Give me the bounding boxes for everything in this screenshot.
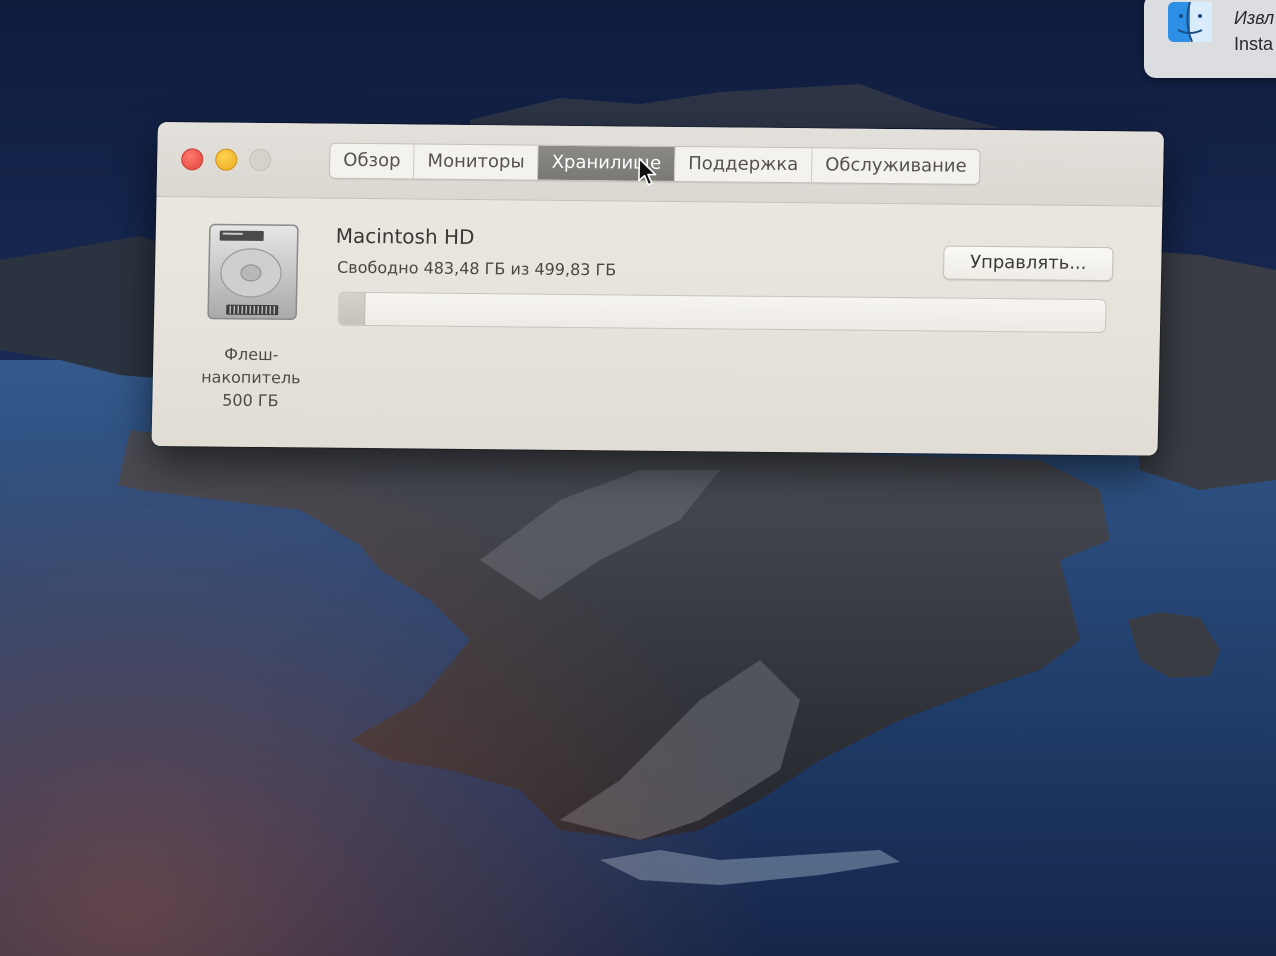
tab-displays[interactable]: Мониторы <box>414 144 540 180</box>
tab-support[interactable]: Поддержка <box>674 146 813 183</box>
storage-usage-bar <box>337 291 1107 334</box>
title-bar: Обзор Мониторы Хранилище Поддержка Обслу… <box>156 122 1164 207</box>
disk-capacity: 500 ГБ <box>222 390 279 411</box>
notification-banner[interactable]: Извл Insta <box>1144 0 1276 78</box>
minimize-button[interactable] <box>215 148 238 171</box>
tab-service[interactable]: Обслуживание <box>812 148 980 184</box>
tab-overview[interactable]: Обзор <box>329 143 415 179</box>
about-this-mac-window: Обзор Мониторы Хранилище Поддержка Обслу… <box>151 122 1164 456</box>
notification-body: Insta <box>1234 34 1274 54</box>
finder-icon <box>1168 2 1212 42</box>
notification-title: Извл <box>1234 8 1275 28</box>
hard-drive-icon <box>207 223 299 321</box>
disk-type-line1: Флеш- <box>224 344 279 365</box>
disk-caption: Флеш- накопитель 500 ГБ <box>182 342 319 412</box>
volume-name: Macintosh HD <box>335 223 475 250</box>
zoom-button <box>249 148 272 172</box>
free-space-text: Свободно 483,48 ГБ из 499,83 ГБ <box>336 257 617 280</box>
disk-type-line2: накопитель <box>200 367 301 388</box>
manage-button[interactable]: Управлять... <box>942 245 1114 282</box>
storage-usage-fill <box>338 292 366 325</box>
mouse-pointer-icon <box>638 157 657 186</box>
close-button[interactable] <box>181 148 204 171</box>
